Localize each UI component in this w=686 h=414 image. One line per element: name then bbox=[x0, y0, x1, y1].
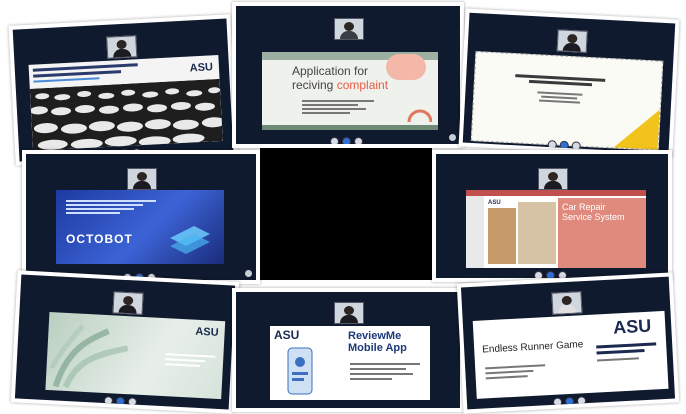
participant-video bbox=[334, 302, 364, 324]
meeting-screenshot-1: ASU bbox=[8, 14, 238, 166]
shared-slide bbox=[470, 51, 664, 151]
meeting-controls[interactable] bbox=[103, 392, 140, 407]
slide-title-line1: Application for bbox=[292, 64, 369, 78]
shared-slide: ASU ReviewMe Mobile App bbox=[270, 326, 430, 400]
shared-slide: ASU bbox=[28, 54, 223, 151]
meeting-screenshot-6: ASU bbox=[10, 270, 240, 414]
meeting-controls[interactable] bbox=[534, 267, 570, 278]
meeting-screenshot-3 bbox=[458, 8, 680, 158]
slide-title-line1: ReviewMe bbox=[348, 330, 402, 342]
phone-illustration bbox=[287, 347, 313, 395]
meeting-window: Application for reciving complaint bbox=[236, 6, 460, 144]
participant-video bbox=[112, 291, 144, 315]
decorative-arc bbox=[407, 109, 432, 123]
bubble-pattern-image bbox=[29, 78, 223, 151]
server-illustration bbox=[170, 226, 210, 254]
asu-logo: ASU bbox=[189, 61, 214, 75]
meeting-screenshot-8: Endless Runner Game ASU bbox=[456, 272, 680, 414]
participant-video bbox=[538, 168, 568, 190]
leaf-image bbox=[49, 324, 129, 389]
asu-logo: ASU bbox=[612, 315, 652, 338]
slide-title-word: reciving bbox=[292, 78, 337, 92]
participant-video bbox=[551, 291, 583, 315]
shared-slide: ASU Car Repair Service System bbox=[466, 190, 646, 268]
yellow-corner-shape bbox=[613, 109, 660, 150]
meeting-screenshot-2: Application for reciving complaint bbox=[232, 2, 464, 148]
participant-video bbox=[556, 29, 588, 53]
asu-logo: ASU bbox=[488, 200, 501, 206]
meeting-screenshot-7: ASU ReviewMe Mobile App bbox=[232, 288, 464, 412]
meeting-controls[interactable] bbox=[547, 136, 584, 151]
meeting-controls[interactable] bbox=[330, 133, 366, 144]
asu-logo: ASU bbox=[195, 325, 219, 339]
meeting-controls[interactable] bbox=[552, 392, 589, 407]
slide-title: Car Repair Service System bbox=[562, 202, 625, 222]
slide-title: OCTOBOT bbox=[66, 232, 133, 246]
asu-logo: ASU bbox=[274, 328, 300, 342]
meeting-window: ASU bbox=[14, 274, 236, 410]
meeting-window: OCTOBOT bbox=[26, 154, 256, 280]
shared-slide: ASU bbox=[45, 312, 226, 400]
participant-video bbox=[334, 18, 364, 40]
meeting-screenshot-5: ASU Car Repair Service System bbox=[432, 150, 672, 282]
slide-title-line2: Mobile App bbox=[348, 342, 407, 354]
participant-video bbox=[127, 168, 157, 190]
meeting-window: Endless Runner Game ASU bbox=[460, 276, 676, 410]
meeting-window bbox=[462, 12, 676, 154]
meeting-window: ASU bbox=[12, 18, 234, 162]
center-black-panel bbox=[260, 148, 432, 280]
meeting-window: ASU Car Repair Service System bbox=[436, 154, 668, 278]
meeting-window: ASU ReviewMe Mobile App bbox=[236, 292, 460, 408]
slide-title: Endless Runner Game bbox=[481, 339, 584, 356]
slide-title-highlight: complaint bbox=[336, 78, 389, 92]
meeting-screenshot-4: OCTOBOT bbox=[22, 150, 260, 284]
shared-slide: OCTOBOT bbox=[56, 190, 224, 264]
shared-slide: Application for reciving complaint bbox=[262, 52, 438, 130]
participant-video bbox=[106, 35, 138, 59]
shared-slide: Endless Runner Game ASU bbox=[472, 310, 669, 399]
